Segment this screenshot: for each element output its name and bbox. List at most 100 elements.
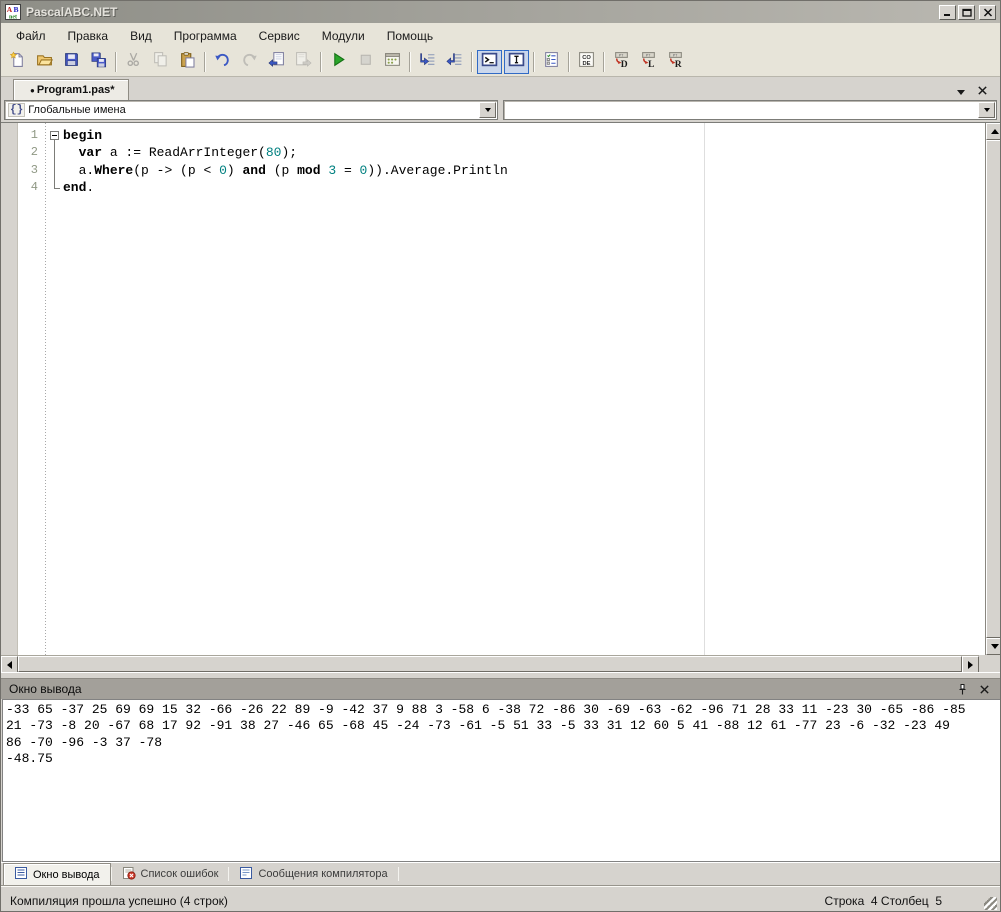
code-templates-button[interactable]: CODE <box>574 50 599 74</box>
member-dropdown-button[interactable] <box>978 102 995 118</box>
new-file-button[interactable] <box>5 50 30 74</box>
scroll-right-button[interactable] <box>962 656 979 673</box>
outdent-button[interactable] <box>442 50 467 74</box>
breakpoint-margin[interactable] <box>1 123 18 655</box>
pin-icon[interactable] <box>954 682 970 697</box>
code-line[interactable]: a.Where(p -> (p < 0) and (p mod 3 = 0)).… <box>63 162 508 179</box>
page-back-icon <box>268 51 285 73</box>
insert-text-button[interactable] <box>504 50 529 74</box>
save-icon <box>63 51 80 73</box>
code-lines[interactable]: begin var a := ReadArrInteger(80); a.Whe… <box>63 127 508 196</box>
editor-vertical-scrollbar[interactable] <box>985 123 1001 655</box>
pt-l-button[interactable]: PTL <box>636 50 661 74</box>
svg-text:A: A <box>7 5 13 14</box>
open-file-button[interactable] <box>32 50 57 74</box>
menu-item-1[interactable]: Правка <box>57 25 120 47</box>
line-number-gutter: 1234 <box>18 123 44 655</box>
output-window-content[interactable]: -33 65 -37 25 69 69 15 32 -66 -26 22 89 … <box>2 699 1001 862</box>
document-tab-row: ● Program1.pas* <box>1 77 1000 100</box>
tool-window-tabs: Окно выводаСписок ошибок Сообщения компил… <box>1 862 1000 885</box>
scope-combobox[interactable]: {} Глобальные имена <box>4 100 498 120</box>
copy-button <box>148 50 173 74</box>
error-list-icon <box>122 866 136 883</box>
toolbar-separator <box>204 52 206 72</box>
stop-button <box>353 50 378 74</box>
open-file-icon <box>36 51 53 73</box>
menu-item-2[interactable]: Вид <box>119 25 163 47</box>
toolbar-separator <box>533 52 535 72</box>
tab-close-icon[interactable] <box>977 83 988 101</box>
tool-tab-compiler-messages[interactable]: Сообщения компилятора <box>229 863 397 885</box>
caret-position: Строка 4 Столбец 5 <box>825 894 942 908</box>
output-window-icon <box>14 866 28 883</box>
fold-collapse-icon[interactable] <box>50 131 59 140</box>
tool-tab-output-window[interactable]: Окно вывода <box>3 863 111 885</box>
chevron-down-icon <box>984 108 990 112</box>
member-combobox[interactable] <box>503 100 997 120</box>
indent-button[interactable] <box>415 50 440 74</box>
scroll-up-button[interactable] <box>986 123 1001 140</box>
insert-text-icon <box>508 51 525 73</box>
menu-item-4[interactable]: Сервис <box>248 25 311 47</box>
scope-dropdown-button[interactable] <box>479 102 496 118</box>
undo-icon <box>214 51 231 73</box>
scroll-left-button[interactable] <box>1 656 18 673</box>
run-icon <box>330 51 347 73</box>
cut-icon <box>125 51 142 73</box>
console-window-button[interactable] <box>477 50 502 74</box>
pt-l-icon: PTL <box>640 51 657 73</box>
run-button[interactable] <box>326 50 351 74</box>
svg-text:net: net <box>9 15 17 21</box>
paste-button[interactable] <box>175 50 200 74</box>
redo-button <box>237 50 262 74</box>
code-line[interactable]: end. <box>63 179 508 196</box>
page-forward-button <box>291 50 316 74</box>
tasks-button[interactable] <box>539 50 564 74</box>
paste-icon <box>179 51 196 73</box>
page-back-button[interactable] <box>264 50 289 74</box>
undo-button[interactable] <box>210 50 235 74</box>
horizontal-scroll-thumb[interactable] <box>18 656 962 672</box>
tab-list-dropdown-icon[interactable] <box>957 90 965 95</box>
tab-program1[interactable]: ● Program1.pas* <box>13 79 129 100</box>
stop-icon <box>357 51 374 73</box>
output-close-icon[interactable] <box>976 682 992 697</box>
code-templates-icon: CODE <box>578 51 595 73</box>
save-button[interactable] <box>59 50 84 74</box>
menu-item-5[interactable]: Модули <box>311 25 376 47</box>
code-line[interactable]: begin <box>63 127 508 144</box>
svg-text:R: R <box>675 59 682 68</box>
menu-item-6[interactable]: Помощь <box>376 25 444 47</box>
tool-tab-error-list[interactable]: Список ошибок <box>112 863 229 885</box>
close-button[interactable] <box>979 5 996 20</box>
minimize-button[interactable] <box>939 5 956 20</box>
menu-item-3[interactable]: Программа <box>163 25 248 47</box>
app-window: ABnet PascalABC.NET ФайлПравкаВидПрограм… <box>0 0 1001 912</box>
fold-line-corner <box>54 188 60 189</box>
navigator-row: {} Глобальные имена <box>1 100 1000 122</box>
pt-d-icon: PTD <box>613 51 630 73</box>
arrow-right-icon <box>968 661 973 669</box>
scroll-down-button[interactable] <box>986 638 1001 655</box>
save-all-button[interactable] <box>86 50 111 74</box>
editor-horizontal-scrollbar[interactable] <box>1 655 979 672</box>
svg-text:CO: CO <box>582 55 591 61</box>
vertical-scroll-thumb[interactable] <box>986 140 1001 638</box>
svg-text:D: D <box>621 59 628 68</box>
scope-icon: {} <box>8 103 25 117</box>
toolbar-separator <box>603 52 605 72</box>
pt-r-button[interactable]: PTR <box>663 50 688 74</box>
resize-grip[interactable] <box>984 897 997 910</box>
menu-item-0[interactable]: Файл <box>5 25 57 47</box>
status-bar: Компиляция прошла успешно (4 строк) Стро… <box>1 885 1000 912</box>
code-editor[interactable]: 1234 begin var a := ReadArrInteger(80); … <box>1 122 1001 655</box>
line-number: 1 <box>18 127 44 144</box>
tool-tab-label: Сообщения компилятора <box>258 868 387 880</box>
code-line[interactable]: var a := ReadArrInteger(80); <box>63 144 508 161</box>
toolbar-separator <box>471 52 473 72</box>
window-title: PascalABC.NET <box>26 5 937 19</box>
maximize-button[interactable] <box>958 5 975 20</box>
right-margin-line <box>704 123 705 655</box>
run-no-debug-button[interactable] <box>380 50 405 74</box>
pt-d-button[interactable]: PTD <box>609 50 634 74</box>
